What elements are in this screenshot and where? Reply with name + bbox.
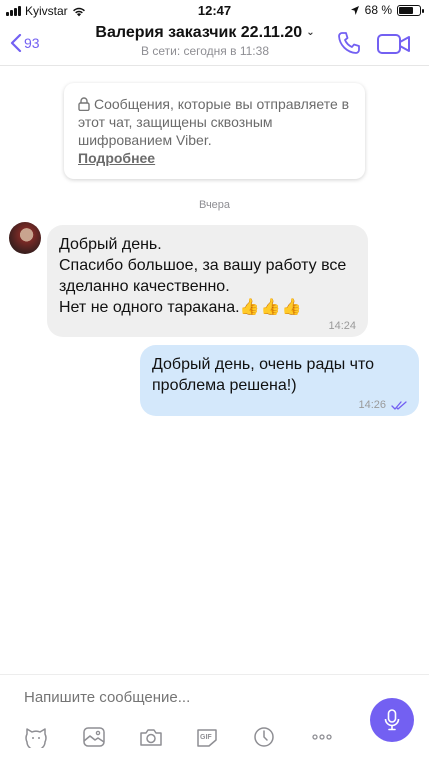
svg-text:GIF: GIF <box>200 734 212 741</box>
message-text: Добрый день. Спасибо большое, за вашу ра… <box>59 234 356 318</box>
date-separator: Вчера <box>198 199 231 211</box>
lock-icon <box>78 97 90 111</box>
microphone-icon <box>384 709 400 731</box>
call-icon[interactable] <box>336 30 362 56</box>
more-icon <box>312 734 332 740</box>
camera-button[interactable] <box>137 724 165 750</box>
encryption-notice: Сообщения, которые вы отправляете в этот… <box>64 83 365 179</box>
message-text: Добрый день, очень рады что проблема реш… <box>152 356 375 394</box>
chevron-left-icon <box>10 34 22 52</box>
avatar[interactable] <box>9 222 41 254</box>
message-input[interactable] <box>24 689 344 706</box>
message-body: Добрый день. Спасибо большое, за вашу ра… <box>59 236 347 316</box>
incoming-message[interactable]: Добрый день. Спасибо большое, за вашу ра… <box>47 225 368 337</box>
gallery-button[interactable] <box>80 724 108 750</box>
timer-button[interactable] <box>250 724 278 750</box>
voice-message-button[interactable] <box>370 698 414 742</box>
learn-more-link[interactable]: Подробнее <box>78 150 155 166</box>
gif-icon: GIF <box>197 729 217 747</box>
location-arrow-icon <box>350 5 359 15</box>
chevron-down-icon: ⌄ <box>306 27 315 39</box>
camera-icon <box>140 729 162 746</box>
read-checkmarks-icon <box>391 400 407 410</box>
gallery-icon <box>83 727 105 747</box>
encryption-notice-body: Сообщения, которые вы отправляете в этот… <box>78 95 351 149</box>
thumbs-up-emoji: 👍👍👍 <box>239 299 303 316</box>
video-call-icon[interactable] <box>376 32 412 56</box>
battery-icon <box>397 4 424 16</box>
battery-fill <box>399 6 413 14</box>
message-time: 14:26 <box>358 399 407 411</box>
chat-title-area[interactable]: Валерия заказчик 22.11.20 ⌄ В сети: сегод… <box>80 24 330 58</box>
timer-icon <box>254 727 274 747</box>
message-time-text: 14:24 <box>328 320 356 332</box>
battery-percent: 68 % <box>364 3 392 17</box>
gif-button[interactable]: GIF <box>193 724 221 750</box>
status-bar: Kyivstar 12:47 68 % <box>0 0 429 22</box>
status-right: 68 % <box>350 3 424 17</box>
chat-title-text: Валерия заказчик 22.11.20 <box>95 24 303 41</box>
composer: GIF <box>0 674 429 762</box>
back-unread-count: 93 <box>24 35 40 51</box>
more-button[interactable] <box>308 724 336 750</box>
outgoing-message[interactable]: Добрый день, очень рады что проблема реш… <box>140 345 419 416</box>
sticker-button[interactable] <box>22 724 50 750</box>
message-time: 14:24 <box>328 320 356 332</box>
chat-title[interactable]: Валерия заказчик 22.11.20 ⌄ <box>80 24 330 42</box>
back-button[interactable]: 93 <box>10 34 40 52</box>
encryption-notice-text: Сообщения, которые вы отправляете в этот… <box>78 96 350 148</box>
message-time-text: 14:26 <box>358 399 386 411</box>
sticker-icon <box>25 728 47 748</box>
chat-header: 93 Валерия заказчик 22.11.20 ⌄ В сети: се… <box>0 22 429 66</box>
composer-toolbar: GIF <box>0 724 360 754</box>
chat-subtitle: В сети: сегодня в 11:38 <box>141 44 269 58</box>
